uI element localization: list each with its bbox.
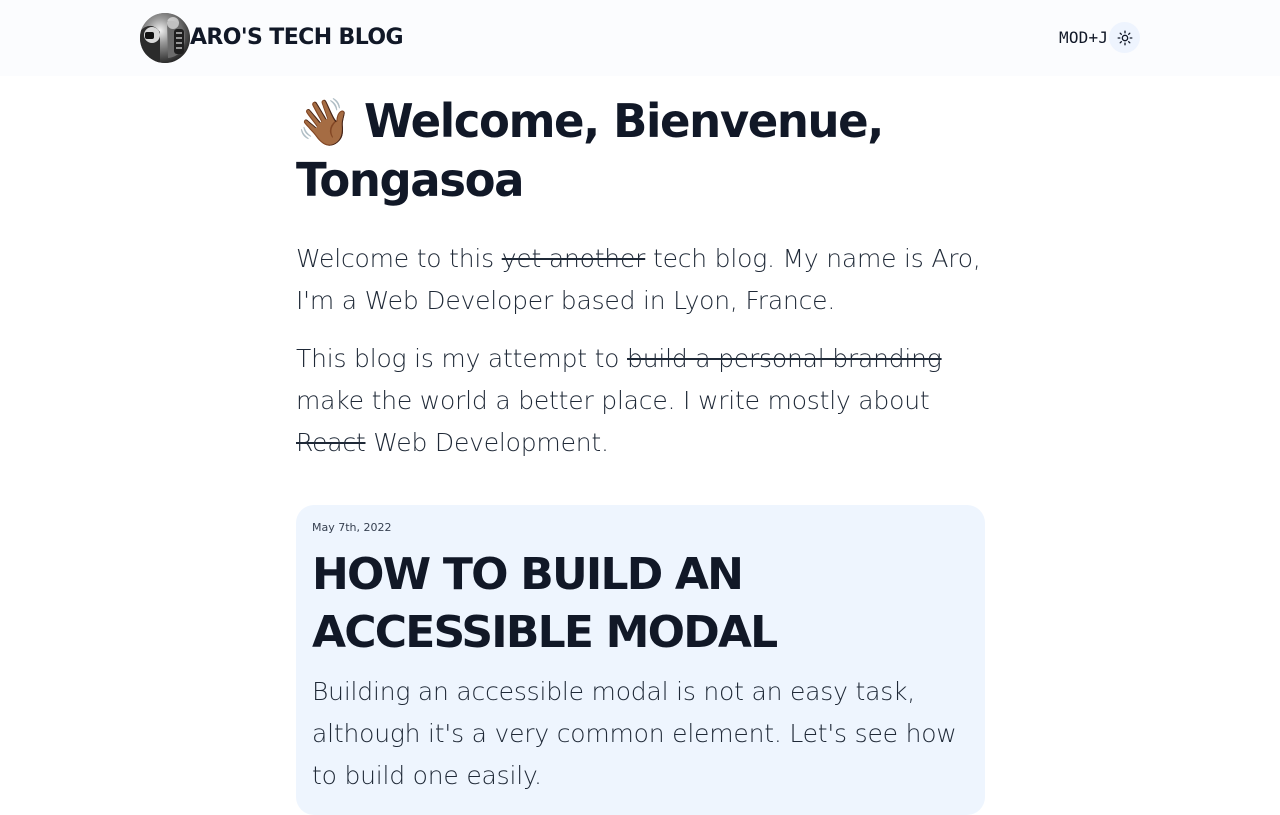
welcome-heading-text: Welcome, Bienvenue, Tongasoa	[296, 94, 884, 208]
main-content: 👋🏾 Welcome, Bienvenue, Tongasoa Welcome t…	[296, 92, 986, 480]
theme-shortcut-hint: MOD+J	[1059, 27, 1109, 47]
theme-toggle-button[interactable]	[1109, 22, 1141, 53]
blog-post-card[interactable]: May 7th, 2022 How to build an accessible…	[296, 505, 985, 815]
intro-text-segment: Welcome to this	[296, 244, 502, 273]
avatar	[140, 13, 190, 63]
site-title: Aro's Tech blog	[190, 25, 404, 50]
sun-icon	[1117, 30, 1133, 45]
waving-hand-emoji: 👋🏾	[296, 95, 353, 150]
intro-paragraph-2: This blog is my attempt to build a perso…	[296, 338, 986, 464]
avatar-image	[140, 13, 190, 63]
intro-text-segment: make the world a better place. I write m…	[296, 386, 930, 415]
intro-text-segment: Web Development.	[365, 428, 609, 457]
intro-text: Welcome to this yet another tech blog. M…	[296, 238, 986, 464]
struck-text: yet another	[501, 244, 646, 273]
struck-text: build a personal branding	[627, 344, 942, 373]
struck-text: React	[296, 428, 366, 457]
intro-paragraph-1: Welcome to this yet another tech blog. M…	[296, 238, 986, 322]
post-title: How to build an accessible modal	[312, 549, 778, 658]
header-actions: MOD+J	[1059, 22, 1141, 53]
site-header: Aro's Tech blog MOD+J	[0, 0, 1280, 76]
post-excerpt: Building an accessible modal is not an e…	[312, 677, 957, 790]
intro-text-segment: This blog is my attempt to	[296, 344, 628, 373]
home-link[interactable]: Aro's Tech blog	[140, 13, 404, 63]
post-date: May 7th, 2022	[312, 521, 392, 534]
welcome-heading: 👋🏾 Welcome, Bienvenue, Tongasoa	[296, 92, 986, 210]
